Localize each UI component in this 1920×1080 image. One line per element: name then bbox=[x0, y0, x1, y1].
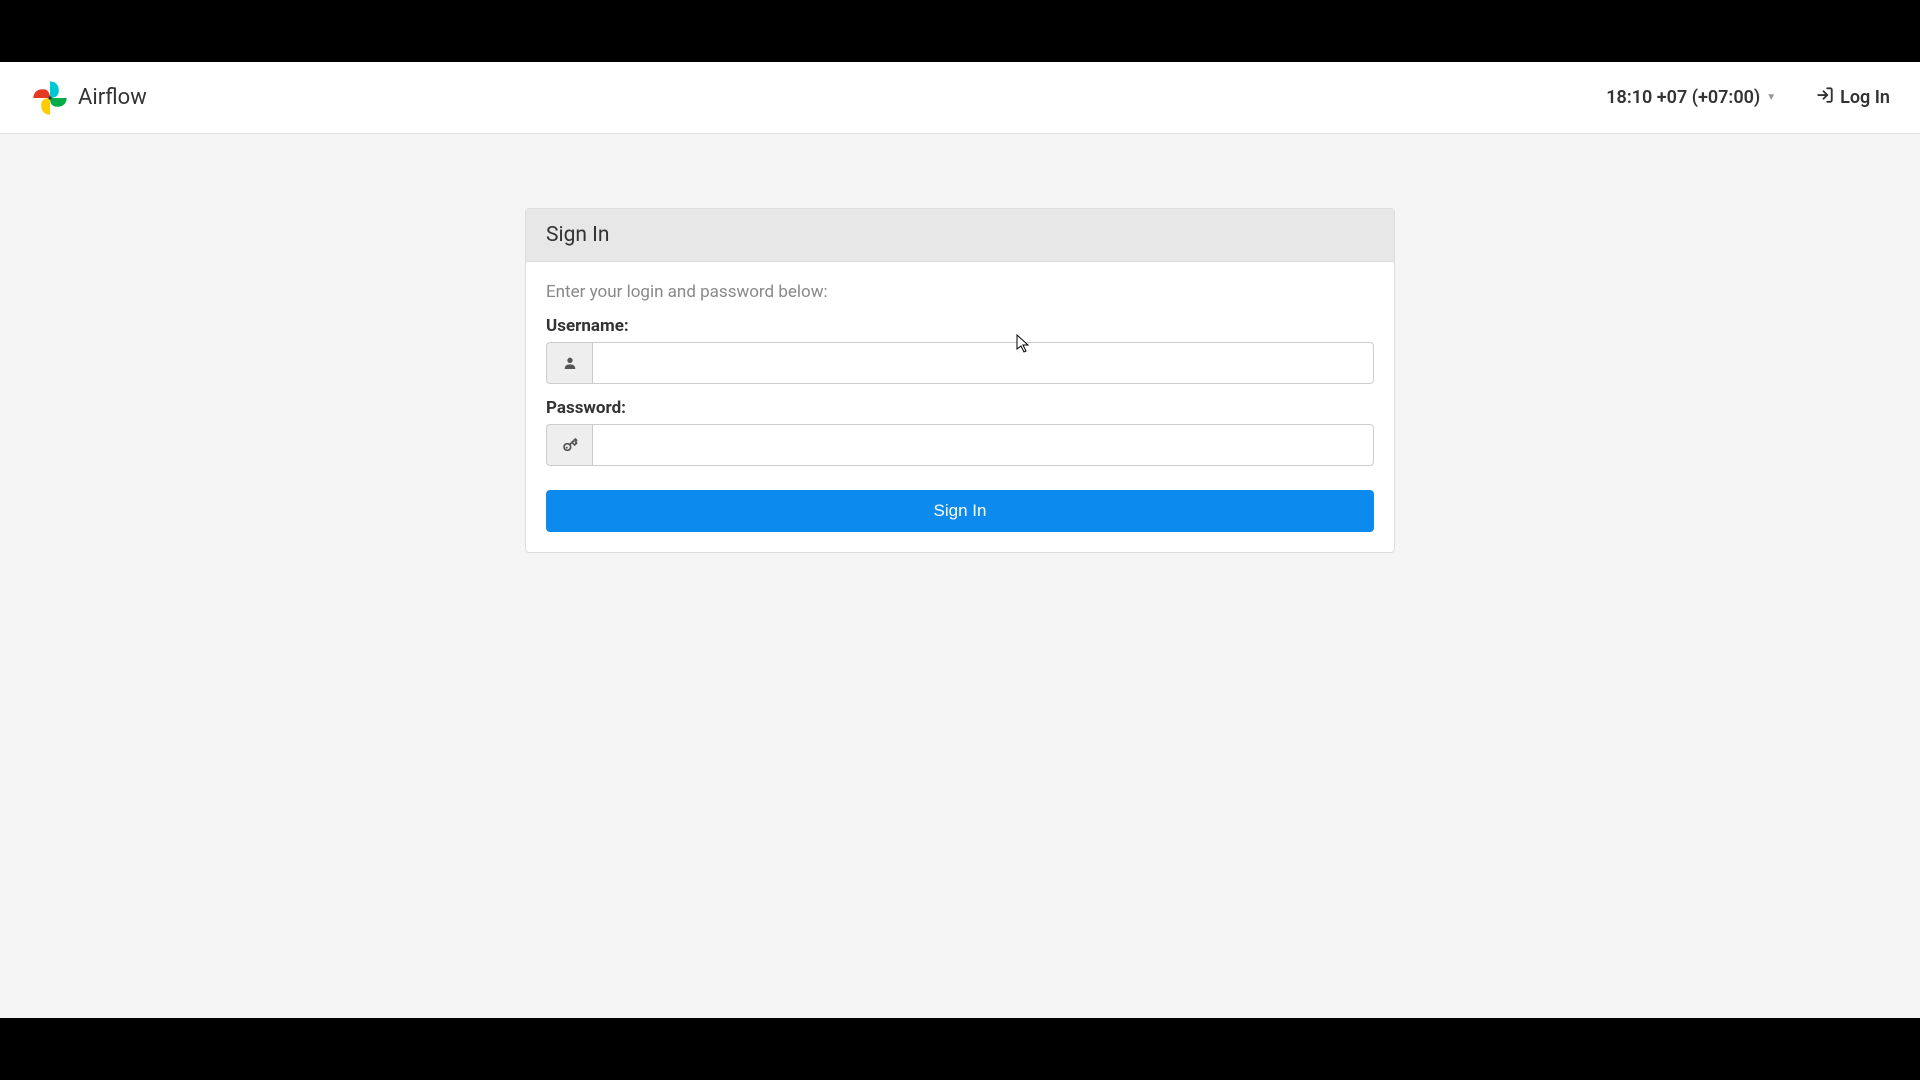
panel-title: Sign In bbox=[546, 223, 1374, 247]
signin-panel: Sign In Enter your login and password be… bbox=[525, 208, 1395, 553]
password-label: Password: bbox=[546, 398, 1374, 418]
panel-header: Sign In bbox=[526, 209, 1394, 262]
brand-name: Airflow bbox=[78, 85, 147, 110]
username-label: Username: bbox=[546, 316, 1374, 336]
airflow-pinwheel-icon bbox=[30, 78, 70, 118]
form-intro: Enter your login and password below: bbox=[546, 282, 1374, 302]
username-input-group bbox=[546, 342, 1374, 384]
panel-body: Enter your login and password below: Use… bbox=[526, 262, 1394, 552]
navbar: Airflow 18:10 +07 (+07:00) ▼ Log In bbox=[0, 62, 1920, 134]
key-icon bbox=[546, 424, 592, 466]
caret-down-icon: ▼ bbox=[1766, 92, 1776, 103]
signin-button[interactable]: Sign In bbox=[546, 490, 1374, 532]
brand[interactable]: Airflow bbox=[30, 78, 147, 118]
password-input[interactable] bbox=[592, 424, 1374, 466]
username-input[interactable] bbox=[592, 342, 1374, 384]
timezone-selector[interactable]: 18:10 +07 (+07:00) ▼ bbox=[1606, 87, 1776, 108]
login-link[interactable]: Log In bbox=[1816, 86, 1890, 109]
login-label: Log In bbox=[1840, 87, 1890, 108]
password-input-group bbox=[546, 424, 1374, 466]
time-tz-label: 18:10 +07 (+07:00) bbox=[1606, 87, 1760, 108]
user-icon bbox=[546, 342, 592, 384]
login-icon bbox=[1816, 86, 1834, 109]
